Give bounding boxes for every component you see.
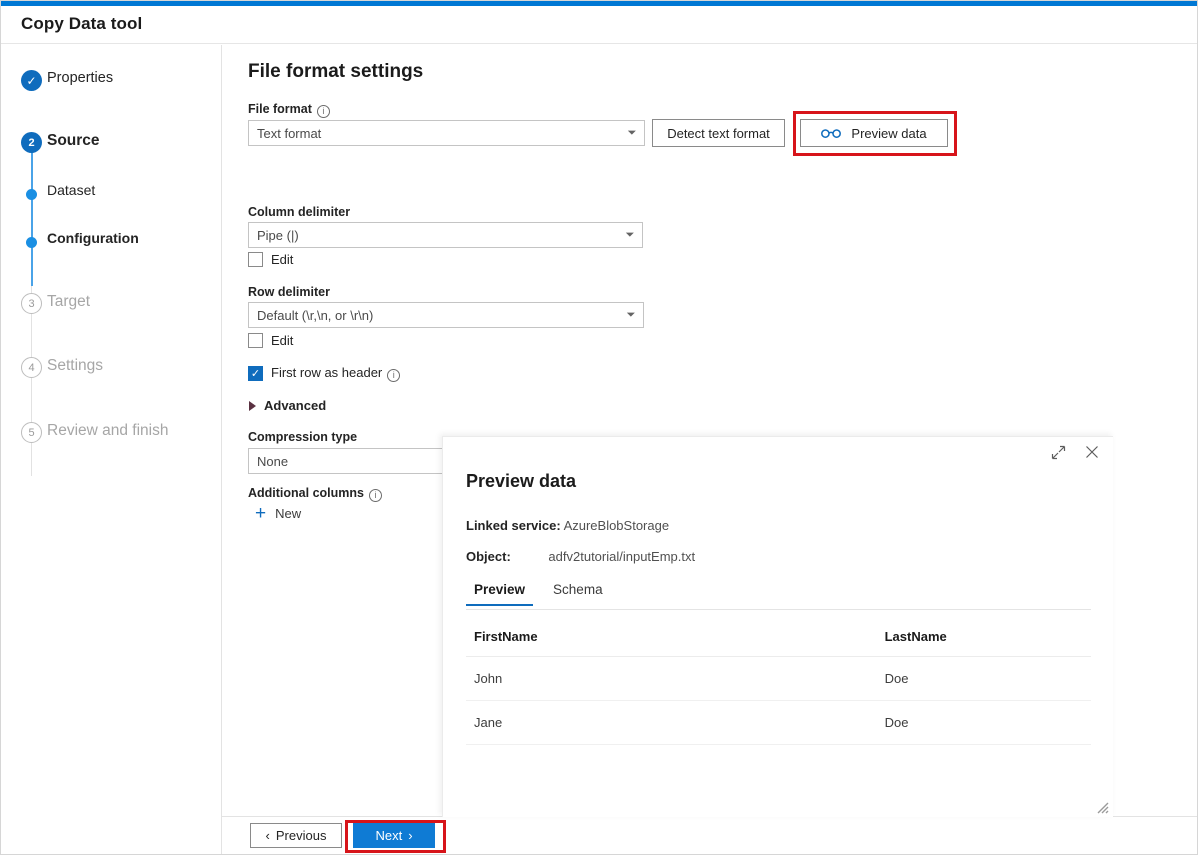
preview-data-button[interactable]: Preview data bbox=[800, 119, 948, 147]
chevron-right-icon bbox=[249, 401, 256, 411]
step-number-badge-2: 2 bbox=[21, 132, 42, 153]
checkbox-box bbox=[248, 333, 263, 348]
sidebar-item-review-and-finish[interactable]: 5 Review and finish bbox=[1, 419, 222, 449]
sidebar-item-properties[interactable]: ✓ Properties bbox=[1, 67, 222, 97]
first-row-as-header-checkbox[interactable]: ✓ First row as headeri bbox=[248, 365, 400, 382]
sidebar-label-target: Target bbox=[47, 293, 90, 311]
window-title: Copy Data tool bbox=[21, 14, 142, 34]
sidebar-label-dataset: Dataset bbox=[47, 182, 95, 198]
chevron-down-icon: ⏷ bbox=[619, 309, 643, 322]
additional-columns-label: Additional columnsi bbox=[248, 486, 382, 502]
previous-button[interactable]: ‹ Previous bbox=[250, 823, 342, 848]
close-icon[interactable] bbox=[1083, 443, 1101, 461]
panel-tabs: Preview Schema bbox=[466, 582, 1091, 610]
checkbox-box-checked: ✓ bbox=[248, 366, 263, 381]
panel-title: Preview data bbox=[466, 471, 576, 492]
column-delimiter-value: Pipe (|) bbox=[249, 228, 618, 243]
first-row-as-header-label: First row as headeri bbox=[271, 365, 400, 382]
sidebar-item-configuration[interactable]: Configuration bbox=[1, 227, 222, 257]
next-label: Next bbox=[375, 828, 402, 843]
compression-type-label: Compression type bbox=[248, 430, 357, 444]
previous-label: Previous bbox=[276, 828, 327, 843]
cell-firstname: John bbox=[466, 657, 565, 701]
panel-window-controls bbox=[1049, 443, 1101, 461]
sidebar-label-source: Source bbox=[47, 132, 100, 150]
chevron-down-icon: ⏷ bbox=[620, 127, 644, 140]
sidebar-item-settings[interactable]: 4 Settings bbox=[1, 354, 222, 384]
linked-service-key: Linked service: bbox=[466, 518, 561, 533]
next-button[interactable]: Next › bbox=[353, 823, 435, 848]
edit-column-delimiter-label: Edit bbox=[271, 252, 293, 267]
wizard-footer: ‹ Previous Next › Cancel bbox=[222, 816, 1198, 855]
info-icon[interactable]: i bbox=[387, 369, 400, 382]
wizard-rail: ✓ Properties 2 Source Dataset Configurat… bbox=[1, 45, 222, 855]
copy-data-tool-window: Copy Data tool ✓ Properties 2 Source Dat… bbox=[0, 0, 1198, 855]
object-key: Object: bbox=[466, 549, 511, 564]
cell-lastname: Doe bbox=[565, 701, 1091, 745]
table-row: Jane Doe bbox=[466, 701, 1091, 745]
plus-icon: + bbox=[255, 507, 266, 521]
detect-text-format-button[interactable]: Detect text format bbox=[652, 119, 785, 147]
substep-dot-icon bbox=[26, 237, 37, 248]
preview-data-table: FirstName LastName John Doe Jane Doe bbox=[466, 619, 1091, 745]
chevron-right-icon: › bbox=[408, 828, 412, 843]
tab-preview[interactable]: Preview bbox=[466, 582, 533, 605]
rail-progress-line bbox=[31, 137, 33, 286]
step-number-badge-4: 4 bbox=[21, 357, 42, 378]
chevron-down-icon: ⏷ bbox=[618, 229, 642, 242]
tab-schema[interactable]: Schema bbox=[545, 582, 611, 605]
step-number-badge-5: 5 bbox=[21, 422, 42, 443]
title-bar: Copy Data tool bbox=[1, 6, 1198, 44]
row-delimiter-value: Default (\r,\n, or \r\n) bbox=[249, 308, 619, 323]
info-icon[interactable]: i bbox=[369, 489, 382, 502]
step-done-icon: ✓ bbox=[21, 70, 42, 91]
row-delimiter-select[interactable]: Default (\r,\n, or \r\n) ⏷ bbox=[248, 302, 644, 328]
sidebar-label-configuration: Configuration bbox=[47, 230, 139, 246]
linked-service-row: Linked service: AzureBlobStorage bbox=[466, 518, 669, 533]
preview-data-panel: Preview data Linked service: AzureBlobSt… bbox=[442, 436, 1113, 817]
column-header-firstname: FirstName bbox=[466, 619, 565, 657]
file-format-value: Text format bbox=[249, 126, 620, 141]
sidebar-label-settings: Settings bbox=[47, 357, 103, 375]
table-header-row: FirstName LastName bbox=[466, 619, 1091, 657]
sidebar-label-properties: Properties bbox=[47, 70, 113, 86]
sidebar-item-target[interactable]: 3 Target bbox=[1, 290, 222, 320]
expand-diagonal-icon[interactable] bbox=[1049, 443, 1067, 461]
table-row: John Doe bbox=[466, 657, 1091, 701]
column-delimiter-label: Column delimiter bbox=[248, 205, 350, 219]
add-new-column-button[interactable]: + New bbox=[255, 506, 301, 521]
chevron-left-icon: ‹ bbox=[266, 828, 270, 843]
advanced-label: Advanced bbox=[264, 398, 326, 413]
checkbox-box bbox=[248, 252, 263, 267]
glasses-icon bbox=[821, 128, 841, 139]
step-number-badge-3: 3 bbox=[21, 293, 42, 314]
advanced-expander[interactable]: Advanced bbox=[249, 398, 326, 413]
column-header-lastname: LastName bbox=[565, 619, 1091, 657]
linked-service-value: AzureBlobStorage bbox=[564, 518, 670, 533]
sidebar-item-dataset[interactable]: Dataset bbox=[1, 179, 222, 209]
edit-row-delimiter-checkbox[interactable]: Edit bbox=[248, 333, 293, 348]
edit-row-delimiter-label: Edit bbox=[271, 333, 293, 348]
sidebar-label-review-and-finish: Review and finish bbox=[47, 422, 168, 440]
object-row: Object: adfv2tutorial/inputEmp.txt bbox=[466, 549, 695, 564]
file-format-select[interactable]: Text format ⏷ bbox=[248, 120, 645, 146]
cell-lastname: Doe bbox=[565, 657, 1091, 701]
cell-firstname: Jane bbox=[466, 701, 565, 745]
row-delimiter-label: Row delimiter bbox=[248, 285, 330, 299]
file-format-label: File formati bbox=[248, 102, 330, 118]
sidebar-item-source[interactable]: 2 Source bbox=[1, 129, 222, 159]
column-delimiter-select[interactable]: Pipe (|) ⏷ bbox=[248, 222, 643, 248]
substep-dot-icon bbox=[26, 189, 37, 200]
info-icon[interactable]: i bbox=[317, 105, 330, 118]
object-value: adfv2tutorial/inputEmp.txt bbox=[548, 549, 695, 564]
edit-column-delimiter-checkbox[interactable]: Edit bbox=[248, 252, 293, 267]
resize-grip-icon[interactable] bbox=[1093, 798, 1109, 814]
add-new-column-label: New bbox=[275, 506, 301, 521]
page-title: File format settings bbox=[248, 61, 423, 83]
